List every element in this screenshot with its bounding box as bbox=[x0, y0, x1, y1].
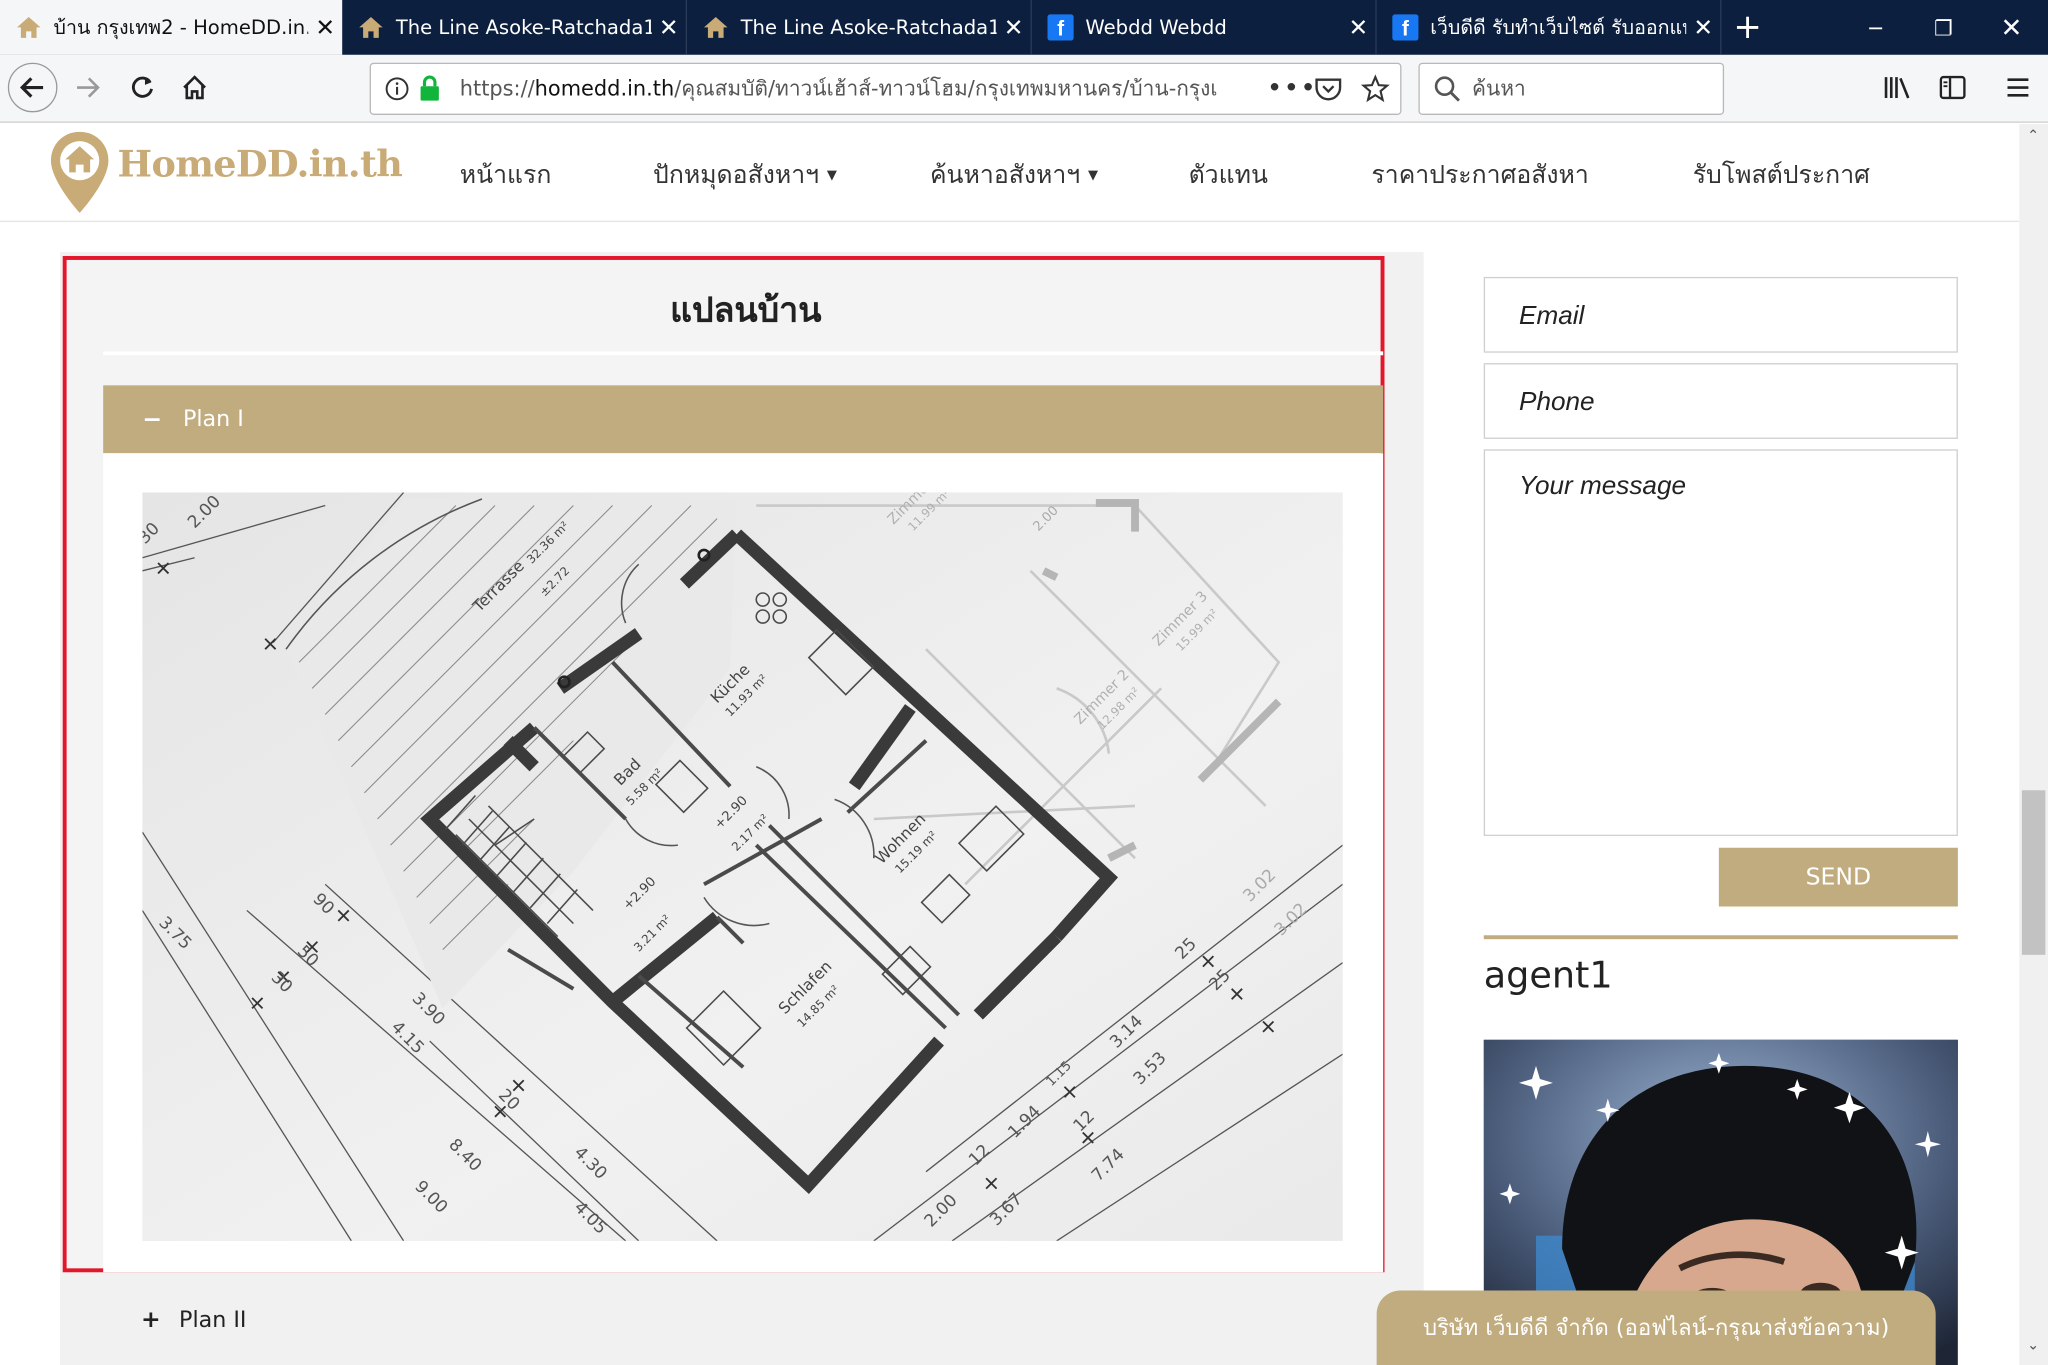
url-bar[interactable]: https://homedd.in.th/คุณสมบัติ/ทาวน์เฮ้า… bbox=[369, 62, 1402, 115]
caret-down-icon: ▼ bbox=[1088, 168, 1099, 183]
phone-field[interactable]: Phone bbox=[1483, 363, 1958, 439]
floorplan-image[interactable]: Terrasse 32.36 m² ±2.72 Küche 11.93 m² B… bbox=[142, 492, 1343, 1241]
caret-down-icon: ▼ bbox=[826, 168, 837, 183]
tab-title: The Line Asoke-Ratchada1 - bbox=[395, 15, 652, 40]
tab-the-line-1[interactable]: The Line Asoke-Ratchada1 - ✕ bbox=[342, 0, 688, 55]
menu-label: ราคาประกาศอสังหา bbox=[1371, 160, 1589, 190]
menu-item-agents[interactable]: ตัวแทน bbox=[1189, 155, 1268, 194]
minimize-icon[interactable]: ─ bbox=[1842, 0, 1910, 55]
close-icon[interactable]: ✕ bbox=[652, 14, 686, 41]
accordion-header-plan-2[interactable]: + Plan II bbox=[141, 1306, 246, 1333]
url-path: /คุณสมบัติ/ทาวน์เฮ้าส์-ทาวน์โฮม/กรุงเทพม… bbox=[674, 75, 1218, 101]
reload-icon[interactable] bbox=[118, 63, 168, 113]
house-icon bbox=[358, 14, 384, 40]
house-icon bbox=[703, 14, 729, 40]
menu-item-property-prices[interactable]: ราคาประกาศอสังหา bbox=[1371, 155, 1588, 194]
message-field[interactable]: Your message bbox=[1483, 449, 1958, 836]
title-divider bbox=[103, 351, 1384, 356]
menu-label: ค้นหาอสังหาฯ bbox=[929, 160, 1081, 190]
scrollbar-thumb[interactable] bbox=[2021, 790, 2046, 955]
hamburger-menu-icon[interactable] bbox=[1993, 63, 2043, 113]
section-title: แปลนบ้าน bbox=[670, 291, 822, 331]
search-input[interactable]: ค้นหา bbox=[1418, 62, 1725, 115]
expand-icon: + bbox=[141, 1306, 161, 1334]
accordion-body-plan-1: Terrasse 32.36 m² ±2.72 Küche 11.93 m² B… bbox=[103, 453, 1384, 1273]
live-chat-button[interactable]: บริษัท เว็บดีดี จำกัด (ออฟไลน์-กรุณาส่งข… bbox=[1376, 1290, 1936, 1365]
info-icon[interactable] bbox=[384, 76, 410, 107]
send-button[interactable]: SEND bbox=[1718, 847, 1958, 907]
sidebar-toggle-icon[interactable] bbox=[1928, 63, 1978, 113]
site-logo[interactable]: HomeDD.in.th bbox=[118, 142, 403, 185]
menu-label: ตัวแทน bbox=[1188, 160, 1268, 190]
close-icon[interactable]: ✕ bbox=[1686, 14, 1720, 41]
agent-name[interactable]: agent1 bbox=[1484, 954, 1613, 997]
url-text: https://homedd.in.th/คุณสมบัติ/ทาวน์เฮ้า… bbox=[460, 64, 1218, 114]
menu-item-post-listing[interactable]: รับโพสต์ประกาศ bbox=[1693, 155, 1870, 194]
new-tab-button[interactable]: + bbox=[1721, 0, 1773, 55]
site-header: HomeDD.in.th หน้าแรก ปักหมุดอสังหาฯ ▼ ค้น… bbox=[0, 124, 2020, 223]
tab-strip: บ้าน กรุงเทพ2 - HomeDD.in.th ✕ The Line … bbox=[0, 0, 2048, 55]
tab-title: The Line Asoke-Ratchada1 - bbox=[740, 15, 997, 40]
collapse-icon: − bbox=[142, 405, 163, 434]
back-arrow-icon[interactable] bbox=[7, 62, 58, 113]
restore-icon[interactable]: ❐ bbox=[1910, 0, 1978, 55]
phone-placeholder: Phone bbox=[1519, 387, 1595, 417]
email-placeholder: Email bbox=[1519, 301, 1585, 331]
facebook-icon: f bbox=[1047, 14, 1074, 41]
bookmark-star-icon[interactable] bbox=[1360, 74, 1390, 108]
message-placeholder: Your message bbox=[1519, 471, 1687, 501]
close-icon[interactable]: ✕ bbox=[997, 14, 1031, 41]
tab-title: Webdd Webdd bbox=[1085, 15, 1227, 40]
menu-item-home[interactable]: หน้าแรก bbox=[460, 155, 552, 194]
close-icon[interactable]: ✕ bbox=[1341, 14, 1375, 41]
email-field[interactable]: Email bbox=[1483, 276, 1958, 353]
menu-label: หน้าแรก bbox=[459, 160, 552, 190]
logo-pin-icon[interactable] bbox=[47, 129, 112, 220]
plan-label: Plan II bbox=[179, 1306, 247, 1333]
menu-label: ปักหมุดอสังหาฯ bbox=[653, 160, 820, 190]
scroll-down-icon[interactable]: ⌄ bbox=[2027, 1336, 2039, 1353]
floorplan-panel: แปลนบ้าน − Plan I Terrasse 32.36 m² ±2.7… bbox=[62, 256, 1385, 1273]
url-scheme: https:// bbox=[459, 75, 535, 101]
tab-title: เว็บดีดี รับทำเว็บไซต์ รับออกแบบ bbox=[1430, 15, 1687, 40]
navigation-toolbar: https://homedd.in.th/คุณสมบัติ/ทาวน์เฮ้า… bbox=[0, 54, 2048, 123]
scroll-up-icon[interactable]: ⌃ bbox=[2027, 127, 2039, 144]
page-scrollbar[interactable]: ⌃ ⌄ bbox=[2019, 124, 2048, 1365]
url-host: homedd.in.th bbox=[534, 75, 675, 101]
page-actions-icon[interactable]: ••• bbox=[1267, 72, 1317, 103]
lock-icon bbox=[418, 74, 442, 108]
tab-title: บ้าน กรุงเทพ2 - HomeDD.in.th bbox=[53, 15, 309, 40]
browser-window: บ้าน กรุงเทพ2 - HomeDD.in.th ✕ The Line … bbox=[0, 0, 2048, 1365]
home-icon[interactable] bbox=[170, 63, 220, 113]
accordion-header-plan-1[interactable]: − Plan I bbox=[103, 385, 1384, 454]
pocket-icon[interactable] bbox=[1314, 76, 1343, 107]
menu-label: รับโพสต์ประกาศ bbox=[1692, 160, 1870, 190]
forward-arrow-icon[interactable] bbox=[63, 63, 113, 113]
sidebar-divider bbox=[1483, 935, 1958, 940]
house-icon bbox=[16, 14, 42, 40]
close-window-icon[interactable]: ✕ bbox=[1977, 0, 2045, 55]
tab-the-line-2[interactable]: The Line Asoke-Ratchada1 - ✕ bbox=[687, 0, 1032, 55]
tab-webdd-service[interactable]: f เว็บดีดี รับทำเว็บไซต์ รับออกแบบ ✕ bbox=[1377, 0, 1722, 55]
tab-active[interactable]: บ้าน กรุงเทพ2 - HomeDD.in.th ✕ bbox=[0, 0, 343, 55]
facebook-icon: f bbox=[1392, 14, 1419, 41]
library-icon[interactable] bbox=[1873, 63, 1923, 113]
plan-label: Plan I bbox=[182, 406, 244, 433]
close-icon[interactable]: ✕ bbox=[308, 14, 342, 41]
search-icon bbox=[1433, 74, 1462, 108]
tab-webdd[interactable]: f Webdd Webdd ✕ bbox=[1032, 0, 1377, 55]
menu-item-search-property[interactable]: ค้นหาอสังหาฯ ▼ bbox=[930, 155, 1098, 194]
search-placeholder: ค้นหา bbox=[1471, 75, 1526, 101]
menu-item-pin-property[interactable]: ปักหมุดอสังหาฯ ▼ bbox=[653, 155, 837, 194]
